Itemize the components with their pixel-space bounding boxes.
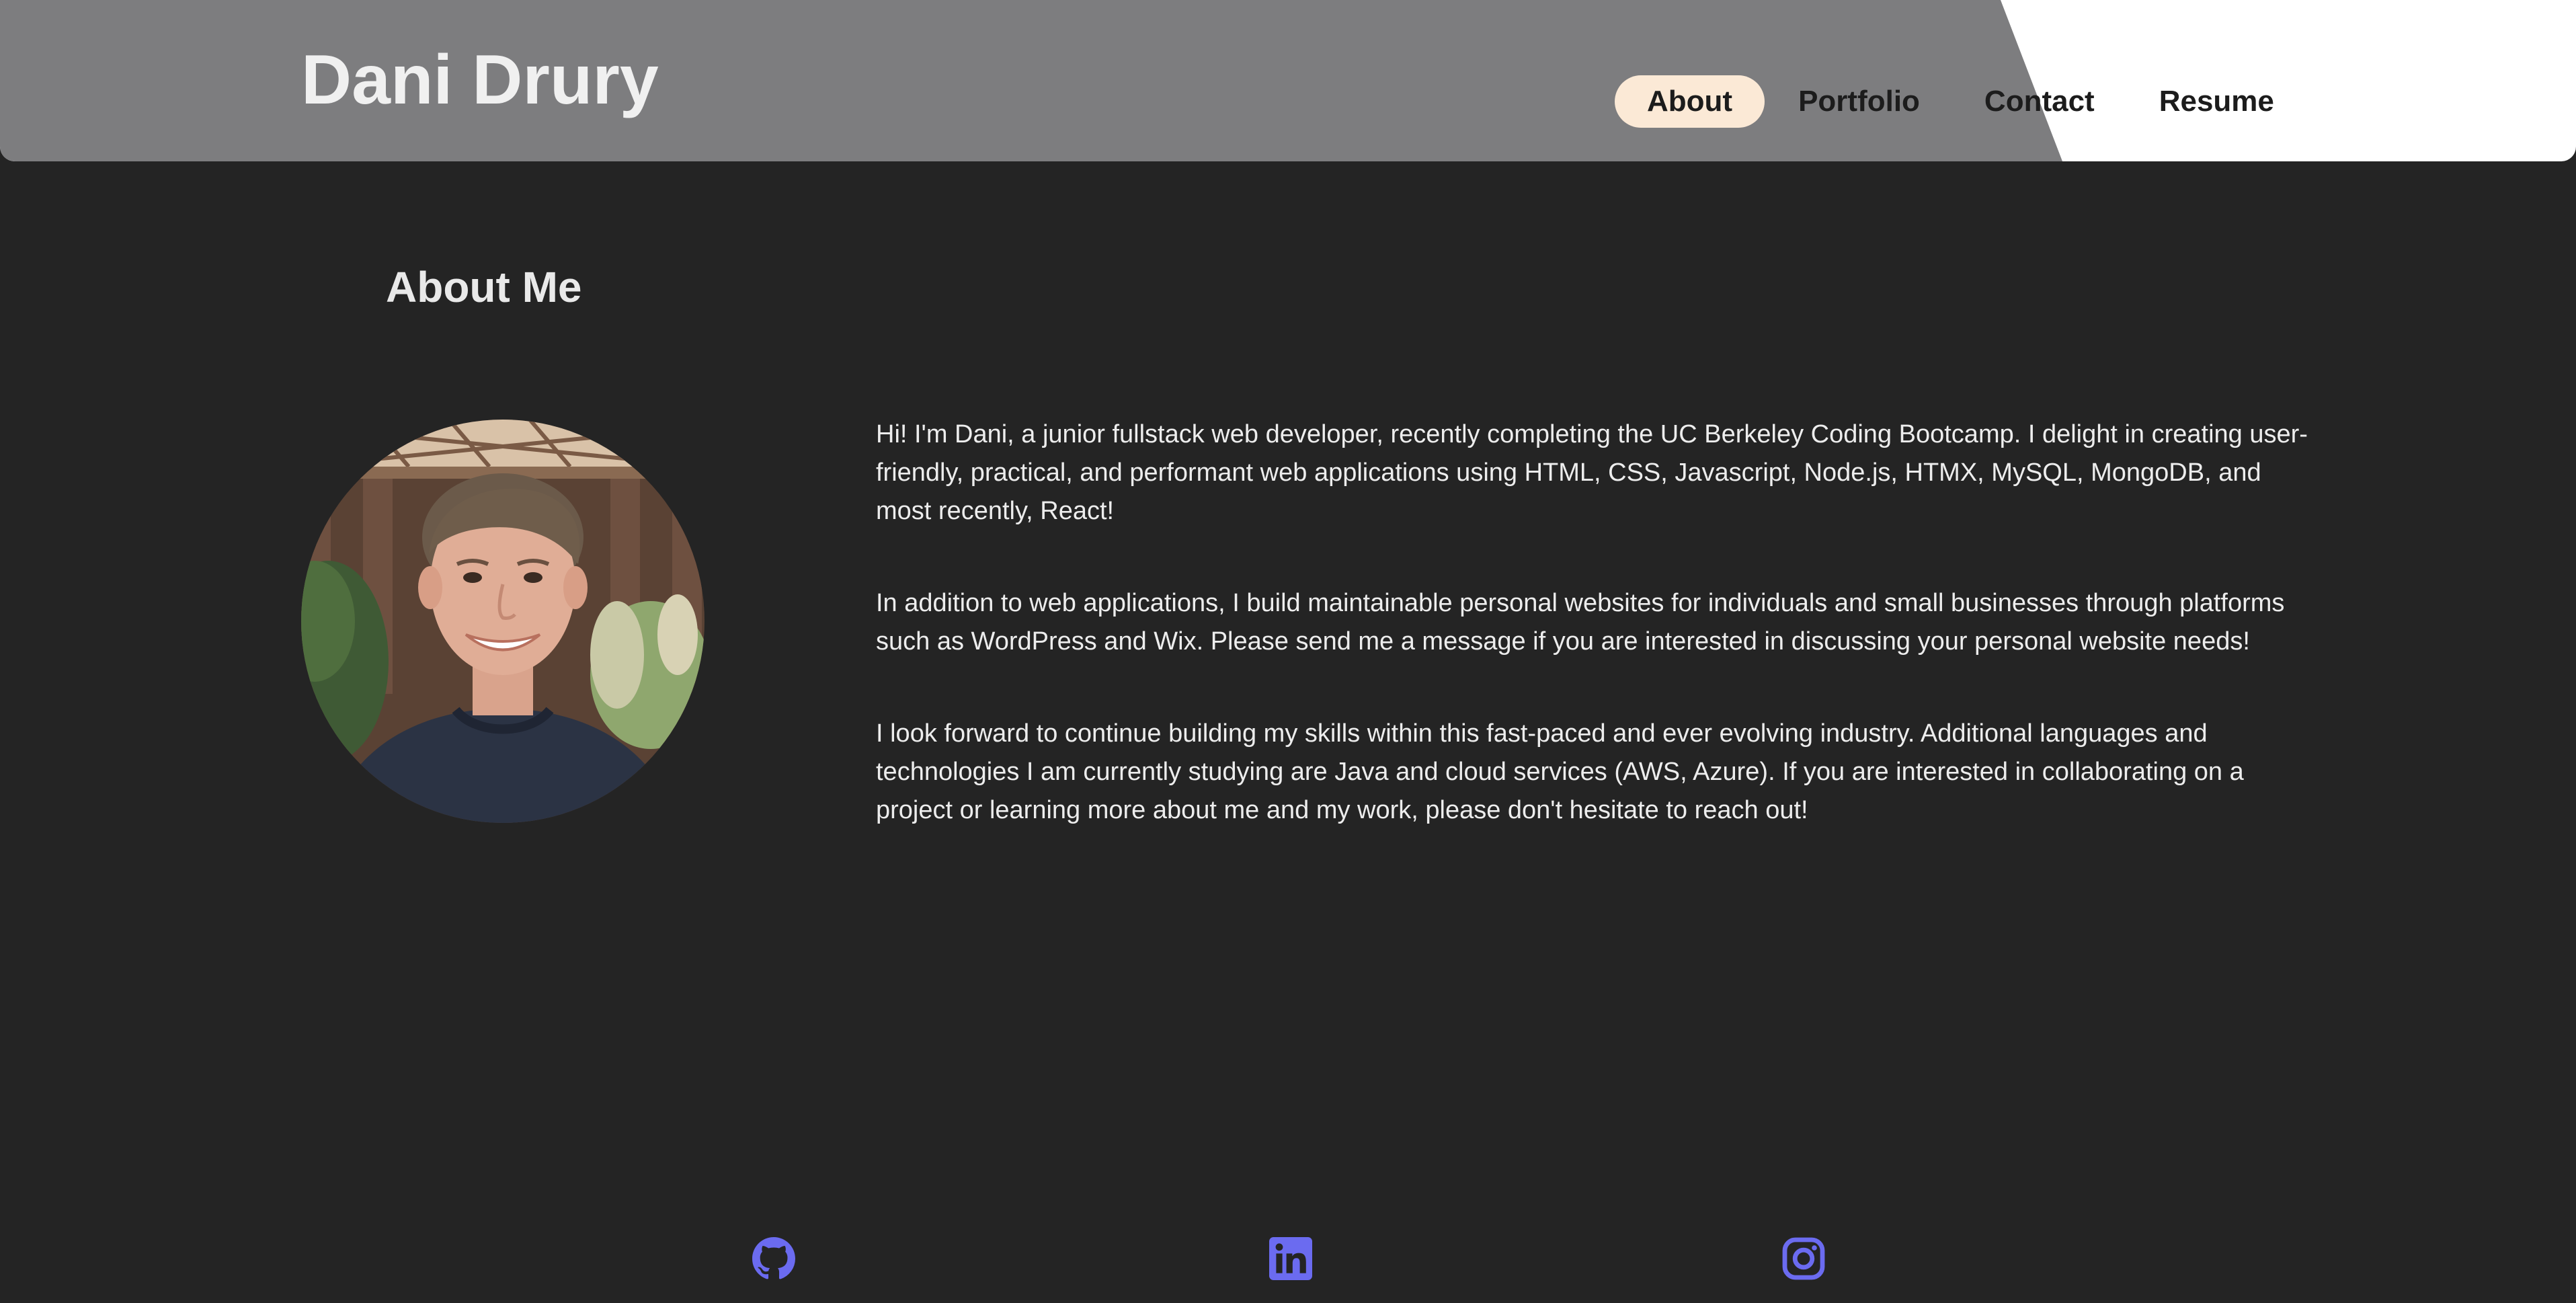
bio-paragraph: Hi! I'm Dani, a junior fullstack web dev… [876, 420, 2308, 525]
github-icon[interactable] [752, 1237, 795, 1280]
linkedin-icon[interactable] [1269, 1237, 1312, 1280]
about-bio: Hi! I'm Dani, a junior fullstack web dev… [876, 416, 2321, 883]
site-title: Dani Drury [301, 41, 659, 119]
nav-contact[interactable]: Contact [1984, 85, 2095, 118]
site-header: Dani Drury About Portfolio Contact Resum… [0, 0, 2576, 161]
nav-resume[interactable]: Resume [2159, 85, 2274, 118]
instagram-icon[interactable] [1782, 1237, 1825, 1280]
main-nav: About Portfolio Contact Resume [1615, 74, 2274, 129]
bio-paragraph: In addition to web applications, I build… [876, 589, 2285, 656]
profile-photo [301, 420, 705, 823]
nav-portfolio[interactable]: Portfolio [1798, 85, 1920, 118]
bio-paragraph: I look forward to continue building my s… [876, 719, 2244, 824]
nav-about[interactable]: About [1615, 75, 1765, 128]
about-heading: About Me [386, 263, 582, 311]
